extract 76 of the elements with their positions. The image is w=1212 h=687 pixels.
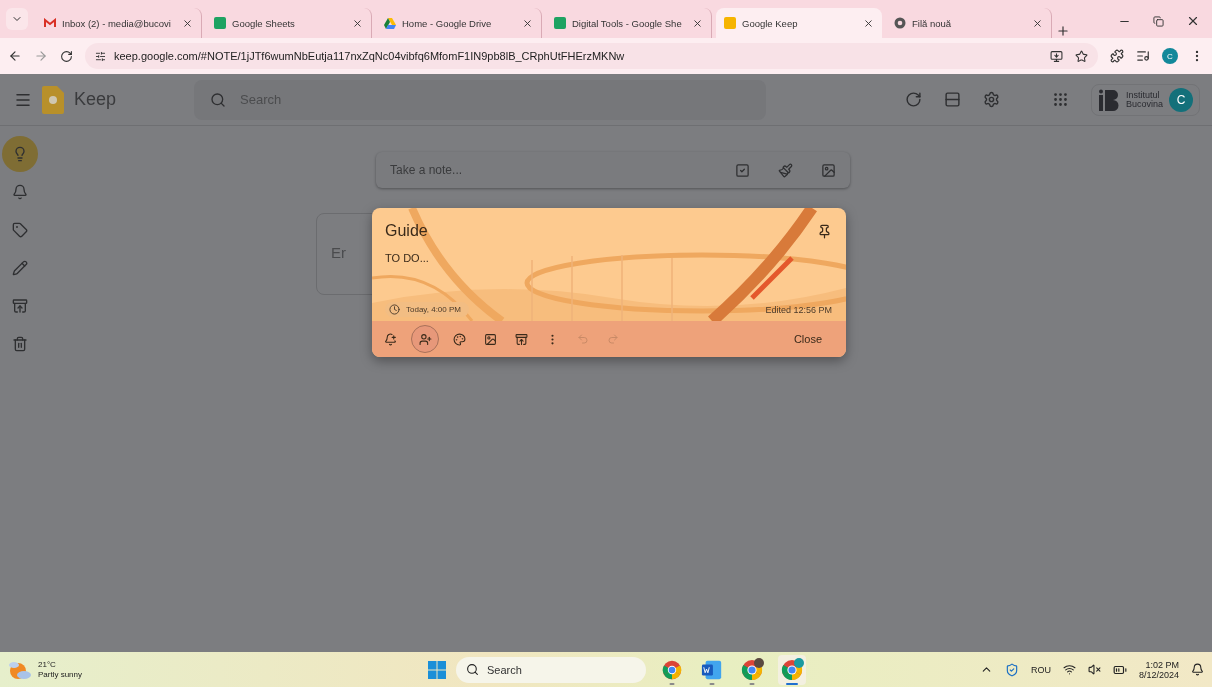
pin-icon[interactable]	[817, 223, 832, 239]
clock[interactable]: 1:02 PM 8/12/2024	[1138, 659, 1179, 680]
media-icon[interactable]	[1136, 49, 1150, 63]
account-switcher[interactable]: Institutul Bucovina C	[1090, 83, 1200, 116]
site-settings-icon[interactable]	[95, 50, 106, 62]
keep-logo-icon	[42, 85, 64, 114]
sidebar-item[interactable]	[2, 136, 38, 172]
collaborator-button[interactable]	[411, 325, 439, 353]
bell-plus-icon[interactable]	[384, 332, 397, 346]
mail-icon	[44, 18, 56, 28]
brush-icon[interactable]	[778, 162, 793, 178]
close-icon[interactable]	[182, 17, 193, 29]
install-icon[interactable]	[1050, 49, 1063, 63]
trash-icon	[12, 336, 28, 352]
language-indicator[interactable]: ROU	[1030, 664, 1051, 675]
browser-icon	[661, 658, 683, 681]
start-button[interactable]	[428, 660, 446, 679]
globe-icon	[894, 17, 906, 29]
wifi-icon[interactable]	[1062, 663, 1076, 676]
lightbulb-icon	[12, 146, 28, 162]
close-icon[interactable]	[1186, 14, 1200, 28]
browser-icon	[780, 657, 804, 682]
star-icon[interactable]	[1075, 49, 1088, 63]
apps-grid-icon[interactable]	[1051, 91, 1069, 108]
archive-icon[interactable]	[515, 332, 528, 346]
weather-icon	[8, 659, 32, 680]
checkbox-icon[interactable]	[735, 162, 750, 178]
note-body[interactable]: TO DO...	[385, 252, 832, 264]
taskbar-app[interactable]	[778, 654, 806, 685]
settings-icon[interactable]	[982, 91, 1000, 108]
list-view-icon[interactable]	[943, 91, 961, 108]
image-icon[interactable]	[484, 332, 497, 346]
archive-icon	[12, 298, 28, 314]
back-icon[interactable]	[8, 49, 22, 63]
bell-icon	[12, 184, 28, 200]
close-icon[interactable]	[863, 17, 874, 29]
taskbar-search-field[interactable]: Search	[456, 656, 646, 683]
refresh-icon[interactable]	[904, 91, 922, 108]
clock-icon	[389, 304, 400, 315]
notification-icon[interactable]	[1191, 663, 1204, 676]
organization-name: Institutul Bucovina	[1125, 90, 1163, 109]
palette-icon[interactable]	[453, 332, 466, 346]
edited-time: Edited 12:56 PM	[765, 304, 832, 315]
browser-icon	[740, 657, 764, 682]
document-icon	[214, 17, 226, 29]
profile-avatar[interactable]: C	[1162, 48, 1178, 64]
pencil-icon	[12, 260, 28, 276]
image-icon[interactable]	[821, 162, 836, 178]
address-bar[interactable]: keep.google.com/#NOTE/1jJTf6wumNbEutja117nxZqNc04vibfq6MfomF1IN9pb8lB_CRphUtFHErzMKNw	[85, 43, 1098, 69]
document-icon	[724, 17, 736, 29]
account-avatar[interactable]: C	[1169, 87, 1193, 112]
reminder-chip[interactable]: Today, 4:00 PM	[385, 302, 469, 317]
weather-condition: Partly sunny	[38, 669, 83, 680]
muted-speaker-icon[interactable]	[1087, 663, 1101, 676]
app-name: Keep	[74, 89, 117, 110]
close-button[interactable]: Close	[779, 327, 836, 351]
new-tab-icon[interactable]	[1056, 24, 1070, 38]
temperature: 21°C	[38, 659, 57, 670]
restore-icon[interactable]	[1153, 15, 1164, 27]
add-person-icon	[418, 332, 432, 346]
reload-icon[interactable]	[60, 49, 73, 63]
note-title[interactable]: Guide	[385, 222, 428, 240]
document-app-icon	[701, 658, 723, 681]
triangle-icon	[384, 17, 396, 29]
browser-tab[interactable]: Google Keep	[716, 8, 882, 38]
close-icon[interactable]	[522, 17, 533, 29]
close-icon[interactable]	[692, 17, 703, 29]
search-icon	[210, 91, 227, 108]
search-icon	[466, 663, 479, 676]
document-icon	[554, 17, 566, 29]
close-icon[interactable]	[1032, 17, 1043, 29]
shield-icon[interactable]	[1004, 662, 1019, 677]
organization-logo-icon	[1097, 88, 1120, 111]
extensions-icon[interactable]	[1110, 49, 1124, 63]
close-icon[interactable]	[352, 17, 363, 29]
label-icon	[12, 222, 28, 238]
